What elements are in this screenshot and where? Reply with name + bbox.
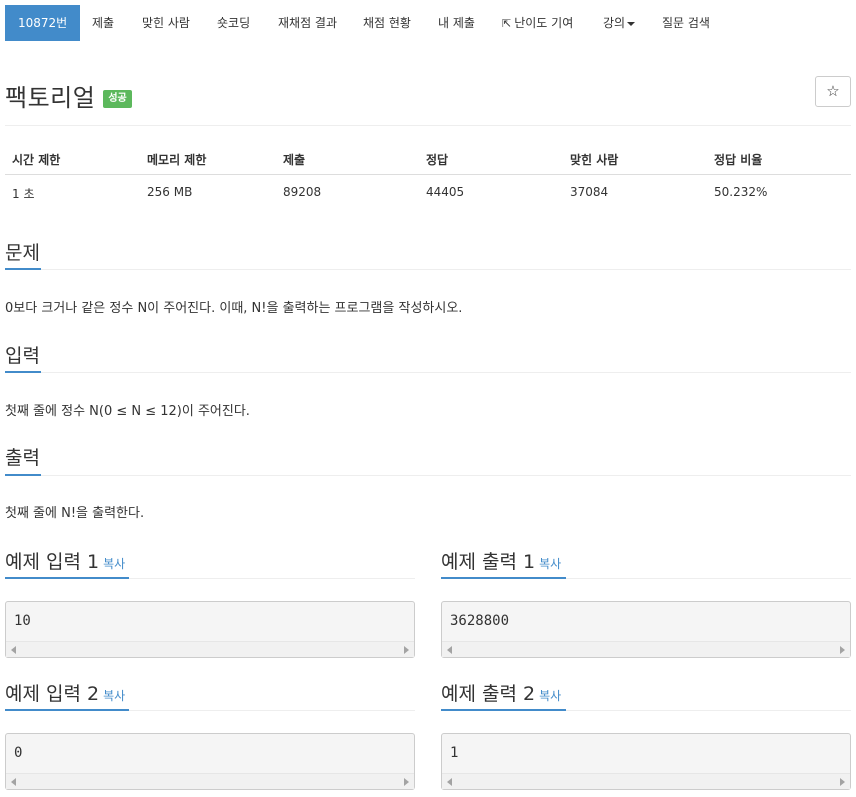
- header-accept-ratio: 정답 비율: [714, 153, 763, 167]
- memory-limit-value: 256 MB: [147, 185, 193, 199]
- copy-button[interactable]: 복사: [539, 689, 561, 703]
- section-divider: [5, 269, 851, 270]
- divider: [5, 125, 851, 126]
- header-submissions: 제출: [283, 153, 306, 167]
- sample-output-1-box[interactable]: 3628800: [441, 601, 851, 658]
- section-title-input: 입력: [5, 345, 40, 367]
- scroll-left-icon[interactable]: [11, 646, 16, 654]
- table-header: 시간 제한 메모리 제한 제출 정답 맞힌 사람 정답 비율: [5, 143, 851, 175]
- time-limit-value: 1 초: [12, 187, 35, 201]
- copy-button[interactable]: 복사: [103, 557, 125, 571]
- sample-output-2-value: 1: [450, 745, 459, 761]
- scroll-right-icon[interactable]: [404, 646, 409, 654]
- scroll-right-icon[interactable]: [840, 646, 845, 654]
- horizontal-scrollbar[interactable]: [442, 641, 850, 657]
- scroll-right-icon[interactable]: [404, 778, 409, 786]
- sample-output-1-value: 3628800: [450, 613, 510, 629]
- accepted-value: 44405: [426, 185, 465, 199]
- external-link-icon: ⇱: [502, 17, 512, 30]
- tab-lectures[interactable]: 강의: [603, 5, 636, 41]
- output-description: 첫째 줄에 N!을 출력한다.: [5, 506, 145, 521]
- sample-input-1-title: 예제 입력 1 복사: [5, 551, 126, 573]
- sample-input-1-box[interactable]: 10: [5, 601, 415, 658]
- horizontal-scrollbar[interactable]: [6, 641, 414, 657]
- scroll-left-icon[interactable]: [447, 646, 452, 654]
- tab-submit[interactable]: 제출: [92, 5, 114, 41]
- horizontal-scrollbar[interactable]: [442, 773, 850, 789]
- copy-button[interactable]: 복사: [539, 557, 561, 571]
- tab-rejudge-results[interactable]: 재채점 결과: [278, 5, 337, 41]
- section-accent: [5, 474, 41, 476]
- section-accent: [441, 577, 566, 579]
- solved-users-value: 37084: [570, 185, 609, 199]
- header-accepted: 정답: [426, 153, 449, 167]
- sample-output-2-box[interactable]: 1: [441, 733, 851, 790]
- submissions-value: 89208: [283, 185, 322, 199]
- sample-output-1-title: 예제 출력 1 복사: [441, 551, 562, 573]
- status-badge: 성공: [103, 89, 132, 108]
- tab-judge-status[interactable]: 채점 현황: [363, 5, 411, 41]
- section-accent: [5, 577, 129, 579]
- section-accent: [5, 268, 41, 270]
- section-accent: [5, 371, 41, 373]
- sample-input-2-title: 예제 입력 2 복사: [5, 683, 126, 705]
- tab-problem[interactable]: 10872번: [5, 5, 81, 41]
- scroll-right-icon[interactable]: [840, 778, 845, 786]
- problem-description: 0보다 크거나 같은 정수 N이 주어진다. 이때, N!을 출력하는 프로그램…: [5, 301, 463, 316]
- scroll-left-icon[interactable]: [11, 778, 16, 786]
- section-accent: [5, 709, 129, 711]
- section-accent: [441, 709, 566, 711]
- header-solved-users: 맞힌 사람: [570, 153, 619, 167]
- tab-my-submissions[interactable]: 내 제출: [438, 5, 475, 41]
- horizontal-scrollbar[interactable]: [6, 773, 414, 789]
- problem-info-table: 시간 제한 메모리 제한 제출 정답 맞힌 사람 정답 비율 1 초 256 M…: [5, 143, 851, 207]
- header-memory-limit: 메모리 제한: [147, 153, 207, 167]
- copy-button[interactable]: 복사: [103, 689, 125, 703]
- problem-header: 팩토리얼 성공: [5, 78, 132, 113]
- header-time-limit: 시간 제한: [12, 153, 61, 167]
- sample-output-2-title: 예제 출력 2 복사: [441, 683, 562, 705]
- input-description: 첫째 줄에 정수 N(0 ≤ N ≤ 12)이 주어진다.: [5, 404, 250, 419]
- section-title-description: 문제: [5, 242, 40, 264]
- tab-difficulty-contribution[interactable]: ⇱ 난이도 기여: [502, 5, 573, 41]
- tab-solved-users[interactable]: 맞힌 사람: [142, 5, 190, 41]
- sample-input-1-value: 10: [14, 613, 31, 629]
- section-divider: [5, 475, 851, 476]
- sample-input-2-value: 0: [14, 745, 23, 761]
- caret-down-icon: [627, 21, 636, 26]
- sample-input-2-box[interactable]: 0: [5, 733, 415, 790]
- section-divider: [5, 372, 851, 373]
- problem-menu: 10872번 제출 맞힌 사람 숏코딩 재채점 결과 채점 현황 내 제출 ⇱ 난…: [0, 0, 856, 42]
- section-title-output: 출력: [5, 447, 40, 469]
- star-button[interactable]: ☆: [815, 76, 851, 107]
- scroll-left-icon[interactable]: [447, 778, 452, 786]
- star-icon: ☆: [826, 82, 840, 100]
- tab-short-coding[interactable]: 숏코딩: [217, 5, 250, 41]
- problem-title: 팩토리얼: [5, 84, 96, 112]
- table-row: 1 초 256 MB 89208 44405 37084 50.232%: [5, 175, 851, 207]
- accept-ratio-value: 50.232%: [714, 185, 768, 199]
- tab-question-search[interactable]: 질문 검색: [662, 5, 710, 41]
